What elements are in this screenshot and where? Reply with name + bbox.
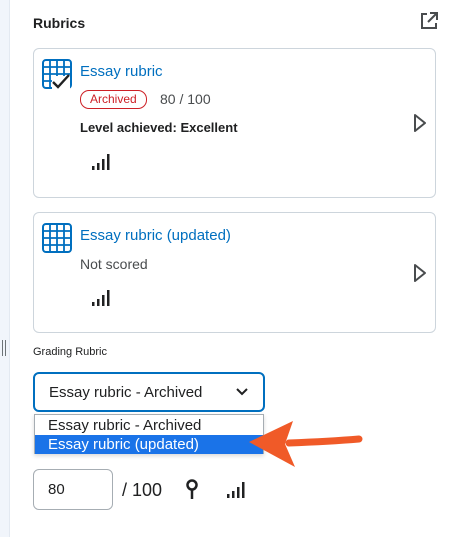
rubric-name-link[interactable]: Essay rubric (updated) [80,227,231,244]
not-scored-text: Not scored [80,256,148,272]
grading-rubric-select[interactable]: Essay rubric - Archived [33,372,265,412]
signal-bars-icon[interactable] [226,481,246,499]
chevron-right-icon[interactable] [413,263,427,283]
level-achieved: Level achieved: Excellent [80,120,238,135]
external-link-icon[interactable] [419,11,439,31]
grading-rubric-label: Grading Rubric [33,346,107,358]
annotation-arrow-icon [249,421,363,467]
rubric-grid-icon [42,223,72,253]
score-out-of: / 100 [122,480,163,500]
rubric-name-link[interactable]: Essay rubric [80,63,163,80]
rubrics-title: Rubrics [33,15,86,31]
panel-resize-handle[interactable] [2,340,8,358]
rubric-card-essay-updated[interactable]: Essay rubric (updated) Not scored [33,212,436,333]
chevron-down-icon [236,388,248,396]
dropdown-option[interactable]: Essay rubric - Archived [35,416,263,435]
dropdown-option-highlighted[interactable]: Essay rubric (updated) [35,435,263,454]
left-rail [0,0,10,537]
signal-bars-icon [92,290,110,306]
archived-badge: Archived [80,90,147,109]
signal-bars-icon [92,154,110,170]
rubric-score: 80 / 100 [160,91,211,107]
rubric-checked-grid-icon [42,59,72,89]
select-value: Essay rubric - Archived [49,384,203,401]
key-icon[interactable] [185,479,199,501]
score-input[interactable] [33,469,113,510]
grading-rubric-dropdown: Essay rubric - Archived Essay rubric (up… [34,414,264,454]
chevron-right-icon[interactable] [413,113,427,133]
rubric-card-essay[interactable]: Essay rubric Archived 80 / 100 Level ach… [33,48,436,198]
